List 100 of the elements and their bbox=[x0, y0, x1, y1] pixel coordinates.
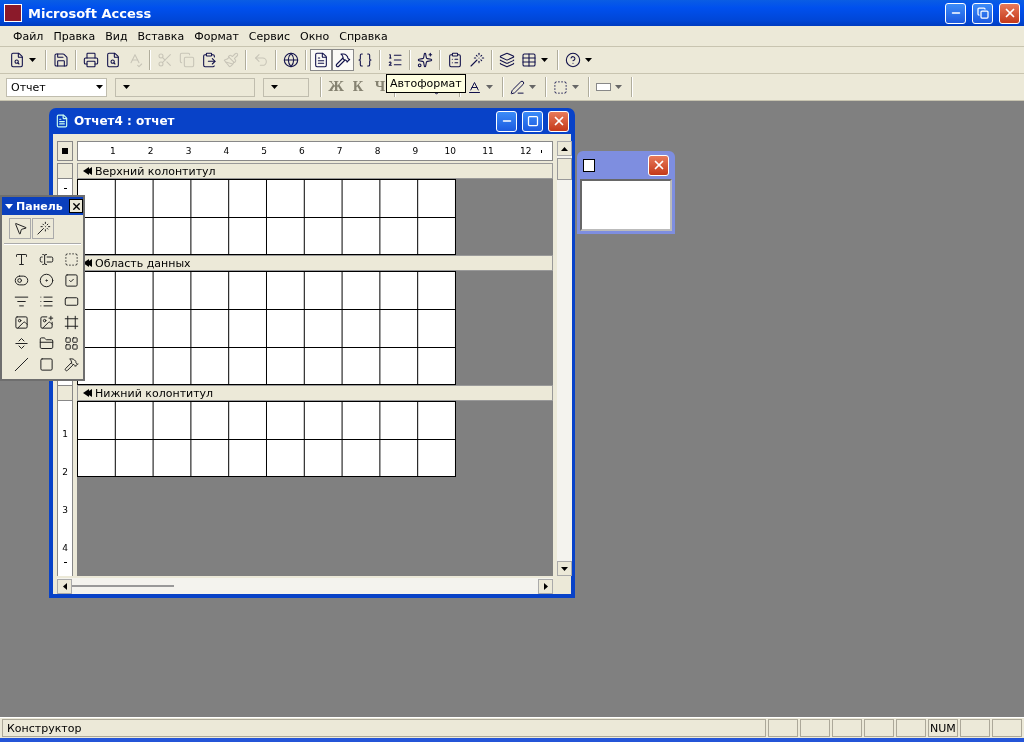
list-icon bbox=[583, 158, 595, 172]
text-icon bbox=[13, 252, 29, 267]
down-arrow-icon bbox=[561, 566, 568, 571]
status-panel bbox=[992, 719, 1022, 737]
page-break-icon bbox=[13, 336, 29, 351]
status-panel bbox=[832, 719, 862, 737]
wand-icon bbox=[469, 52, 485, 68]
restore-button[interactable] bbox=[972, 2, 993, 24]
hammer-icon bbox=[63, 357, 79, 372]
app-icon bbox=[4, 4, 22, 22]
menu-item[interactable]: Вставка bbox=[132, 27, 190, 45]
help-icon bbox=[565, 52, 581, 68]
toolbar-button[interactable] bbox=[310, 49, 332, 71]
undo-icon bbox=[253, 52, 269, 68]
button-shape-icon bbox=[63, 294, 79, 309]
hammer-icon bbox=[335, 52, 351, 68]
section-selector[interactable] bbox=[57, 163, 73, 179]
section-band[interactable]: Нижний колонтитул bbox=[77, 385, 553, 401]
group-frame-icon bbox=[63, 252, 79, 267]
image-plus-icon bbox=[38, 315, 54, 330]
status-panel bbox=[960, 719, 990, 737]
status-text: Конструктор bbox=[2, 719, 766, 737]
minimize-button[interactable] bbox=[496, 110, 517, 132]
restore-icon bbox=[976, 7, 989, 19]
line-style-icon bbox=[596, 83, 611, 91]
rectangle-icon bbox=[38, 357, 54, 372]
clipboard-list-icon bbox=[447, 52, 463, 68]
left-arrow-icon bbox=[62, 582, 67, 590]
pointer-icon bbox=[12, 221, 28, 236]
dropdown-icon bbox=[5, 203, 13, 209]
up-arrow-icon bbox=[561, 146, 568, 151]
clipboard-icon bbox=[201, 52, 217, 68]
text-field-icon bbox=[38, 252, 54, 267]
window-title: Microsoft Access bbox=[28, 5, 153, 21]
menu-item[interactable]: Правка bbox=[48, 27, 101, 45]
caret-icon bbox=[271, 85, 278, 89]
maximize-button[interactable] bbox=[522, 110, 543, 132]
close-button[interactable] bbox=[69, 199, 83, 213]
combo-list-icon bbox=[13, 294, 29, 309]
status-panel bbox=[896, 719, 926, 737]
vertical-scrollbar[interactable] bbox=[557, 141, 572, 576]
braces-icon bbox=[357, 52, 373, 68]
select-report-button[interactable] bbox=[57, 141, 73, 161]
list-icon bbox=[387, 52, 403, 68]
scroll-left-button[interactable] bbox=[57, 578, 72, 594]
panel-title: Панель bbox=[16, 199, 64, 213]
scissors-icon bbox=[157, 52, 173, 68]
menu-item[interactable]: Справка bbox=[334, 27, 393, 45]
font-color-icon bbox=[467, 79, 482, 95]
tool-button[interactable] bbox=[9, 218, 31, 239]
right-arrow-icon bbox=[543, 582, 548, 590]
section-band[interactable]: Верхний колонтитул bbox=[77, 163, 553, 179]
spellcheck-icon bbox=[127, 52, 143, 68]
scroll-up-button[interactable] bbox=[557, 141, 572, 156]
copy-icon bbox=[179, 52, 195, 68]
menu-item[interactable]: Файл bbox=[8, 27, 49, 45]
grid-icon bbox=[63, 336, 79, 351]
menu-item[interactable]: Сервис bbox=[243, 27, 295, 45]
status-panel bbox=[800, 719, 830, 737]
table-icon bbox=[521, 52, 537, 68]
report-icon bbox=[55, 114, 69, 128]
globe-icon bbox=[283, 52, 299, 68]
scroll-down-button[interactable] bbox=[557, 561, 572, 576]
magnifier-page-icon bbox=[105, 52, 121, 68]
list-icon bbox=[38, 294, 54, 309]
checkbox-icon bbox=[63, 273, 79, 288]
menu-item[interactable]: Вид bbox=[100, 27, 133, 45]
status-panel: NUM bbox=[928, 719, 958, 737]
scroll-right-button[interactable] bbox=[538, 578, 553, 594]
section-arrow-icon bbox=[83, 389, 92, 397]
border-icon bbox=[553, 79, 568, 95]
folder-icon bbox=[38, 336, 54, 351]
wand-icon bbox=[35, 221, 51, 236]
toggle-icon bbox=[13, 273, 29, 288]
radio-icon bbox=[38, 273, 54, 288]
toolbar-button[interactable] bbox=[332, 49, 354, 71]
status-panel bbox=[864, 719, 894, 737]
frame-icon bbox=[63, 315, 79, 330]
line-icon bbox=[13, 357, 29, 372]
magnifier-page-icon bbox=[9, 52, 25, 68]
scroll-thumb[interactable] bbox=[72, 585, 174, 587]
page-icon bbox=[313, 52, 329, 68]
section-selector[interactable] bbox=[57, 385, 73, 401]
tooltip: Автоформат bbox=[386, 74, 466, 93]
layers-icon bbox=[499, 52, 515, 68]
sparkles-icon bbox=[417, 52, 433, 68]
scroll-thumb[interactable] bbox=[557, 158, 572, 180]
menu-item[interactable]: Формат bbox=[189, 27, 244, 45]
minimize-button[interactable] bbox=[945, 2, 966, 24]
caret-icon bbox=[123, 85, 130, 89]
tool-button[interactable] bbox=[32, 218, 54, 239]
menu-item[interactable]: Окно bbox=[294, 27, 335, 45]
object-combo[interactable]: Отчет bbox=[6, 77, 107, 97]
horizontal-scrollbar[interactable] bbox=[57, 578, 553, 594]
pen-icon bbox=[510, 79, 525, 95]
paintbrush-icon bbox=[223, 52, 239, 68]
window-title: Отчет4 : отчет bbox=[74, 114, 176, 128]
caret-icon bbox=[96, 85, 103, 89]
printer-icon bbox=[83, 52, 99, 68]
maximize-icon bbox=[526, 115, 539, 127]
